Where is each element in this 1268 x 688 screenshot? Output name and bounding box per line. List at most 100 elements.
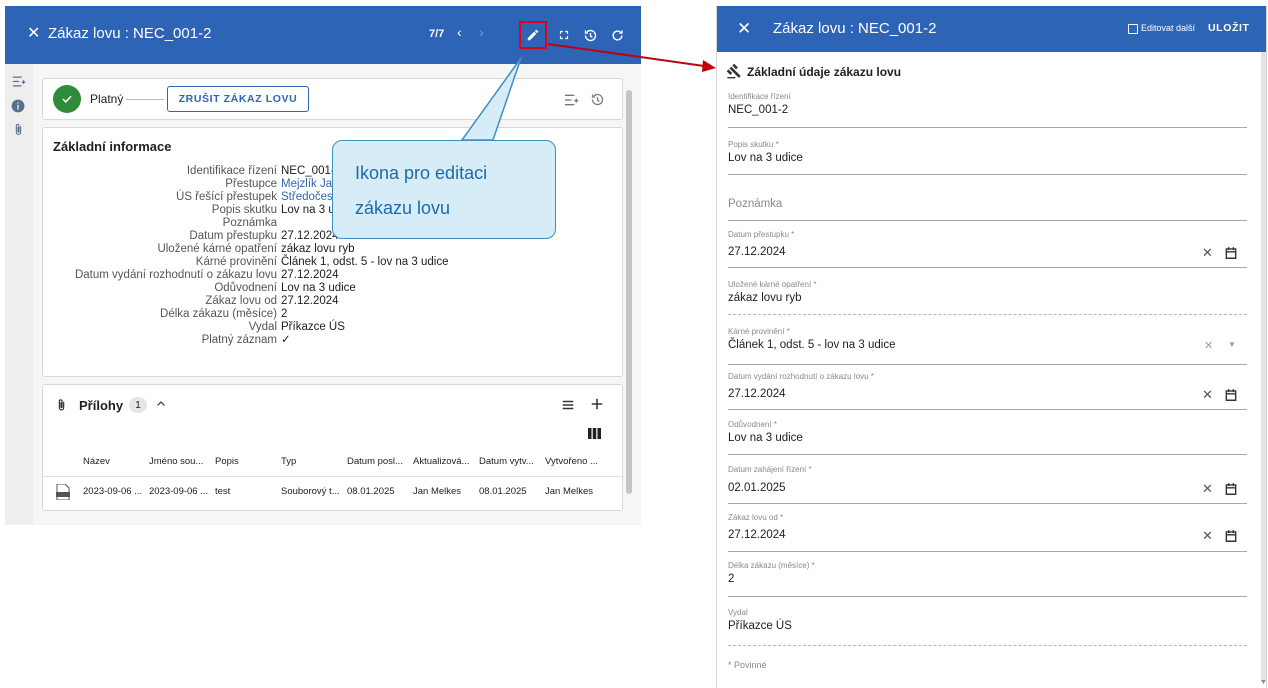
start-date-field[interactable]: Datum zahájení řízení * 02.01.2025 ✕	[728, 465, 1247, 505]
info-row: Délka zákazu (měsíce) 2	[43, 308, 443, 321]
info-value: 2	[281, 308, 288, 320]
refresh-icon[interactable]	[609, 27, 625, 43]
clear-icon[interactable]: ✕	[1202, 245, 1213, 261]
info-label: Datum přestupku	[189, 230, 277, 242]
issued-by-field[interactable]: Vydal Příkazce ÚS	[728, 608, 1247, 648]
callout-line-1: Ikona pro editaci	[355, 163, 488, 183]
field-value: Lov na 3 udice	[728, 152, 803, 164]
status-card: Platný ZRUŠIT ZÁKAZ LOVU	[42, 78, 623, 120]
info-label: Přestupce	[225, 178, 277, 190]
table-cell[interactable]: test	[215, 486, 230, 497]
column-header[interactable]: Datum posl...	[347, 456, 403, 467]
measure-field[interactable]: Uložené kárné opatření * zákaz lovu ryb	[728, 280, 1247, 318]
close-icon[interactable]: ✕	[737, 20, 751, 37]
ban-from-field[interactable]: Zákaz lovu od * 27.12.2024 ✕	[728, 513, 1247, 553]
clear-icon[interactable]: ✕	[1202, 481, 1213, 497]
column-header[interactable]: Vytvořeno ...	[545, 456, 598, 467]
scroll-down-icon[interactable]: ▼	[1260, 679, 1266, 686]
info-row: Datum vydání rozhodnutí o zákazu lovu 27.…	[43, 269, 443, 282]
org-unit-link[interactable]: Středočes	[281, 191, 333, 204]
edit-more-checkbox[interactable]	[1128, 24, 1138, 34]
column-header[interactable]: Datum vytv...	[479, 456, 534, 467]
info-value: 27.12.2024	[281, 230, 339, 242]
filter-list-icon[interactable]	[10, 73, 26, 89]
field-label: Identifikace řízení	[728, 92, 791, 101]
cancel-ban-button[interactable]: ZRUŠIT ZÁKAZ LOVU	[167, 86, 309, 112]
scrollbar[interactable]	[626, 90, 632, 494]
table-cell[interactable]: Jan Melkes	[413, 486, 461, 497]
edit-more-label[interactable]: Editovat další	[1141, 23, 1195, 33]
offense-date-field[interactable]: Datum přestupku * 27.12.2024 ✕	[728, 230, 1247, 270]
columns-icon[interactable]	[588, 428, 601, 442]
paperclip-icon[interactable]	[10, 121, 26, 137]
clear-icon[interactable]: ✕	[1202, 387, 1213, 403]
calendar-icon[interactable]	[1224, 529, 1238, 543]
calendar-icon[interactable]	[1224, 388, 1238, 402]
info-value: 27.12.2024	[281, 295, 339, 307]
edit-button[interactable]	[519, 21, 547, 49]
field-value: 27.12.2024	[728, 388, 786, 400]
attachments-title: Přílohy	[79, 398, 124, 413]
justification-field[interactable]: Odůvodnení * Lov na 3 udice	[728, 420, 1247, 458]
side-rail	[5, 64, 31, 525]
info-row: Zákaz lovu od 27.12.2024	[43, 295, 443, 308]
detail-title: Zákaz lovu : NEC_001-2	[48, 25, 212, 42]
info-icon[interactable]	[10, 98, 26, 114]
column-header[interactable]: Aktualizová...	[413, 456, 470, 467]
chevron-left-icon[interactable]: ‹	[457, 25, 462, 39]
offense-select[interactable]: Kárné provinění * Článek 1, odst. 5 - lo…	[728, 327, 1247, 367]
table-cell[interactable]: Jan Melkes	[545, 486, 593, 497]
list-icon[interactable]	[561, 398, 575, 415]
description-field[interactable]: Popis skutku * Lov na 3 udice	[728, 140, 1247, 178]
field-underline	[728, 645, 1247, 646]
column-header[interactable]: Typ	[281, 456, 296, 467]
field-underline	[728, 503, 1247, 504]
ban-length-field[interactable]: Délka zákazu (měsíce) * 2	[728, 561, 1247, 599]
table-cell[interactable]: 2023-09-06 ...	[149, 486, 208, 497]
plus-icon[interactable]	[590, 397, 604, 414]
fullscreen-icon[interactable]	[556, 27, 572, 43]
dropdown-icon[interactable]: ▼	[1228, 340, 1236, 349]
calendar-icon[interactable]	[1224, 246, 1238, 260]
table-cell[interactable]: 08.01.2025	[479, 486, 527, 497]
file-icon[interactable]	[56, 483, 70, 503]
scrollbar[interactable]	[1261, 52, 1266, 682]
history-icon[interactable]	[582, 27, 598, 43]
clear-icon[interactable]: ✕	[1202, 528, 1213, 544]
info-value: Lov na 3 u	[281, 204, 335, 216]
table-cell[interactable]: 08.01.2025	[347, 486, 395, 497]
field-label: Odůvodnení *	[728, 420, 777, 429]
table-cell[interactable]: Souborový t...	[281, 486, 340, 497]
info-label: Popis skutku	[211, 204, 277, 216]
edit-title: Zákaz lovu : NEC_001-2	[773, 20, 937, 37]
note-field[interactable]: Poznámka	[728, 198, 1247, 228]
field-label: Vydal	[728, 608, 748, 617]
save-button[interactable]: ULOŽIT	[1208, 22, 1250, 34]
clear-icon[interactable]: ✕	[1204, 339, 1213, 352]
offender-link[interactable]: Mejzlík Ja	[281, 178, 332, 191]
info-value: Článek 1, odst. 5 - lov na 3 udice	[281, 256, 449, 268]
chevron-up-icon[interactable]	[155, 398, 167, 413]
field-label: Datum zahájení řízení *	[728, 465, 812, 474]
column-header[interactable]: Jméno sou...	[149, 456, 203, 467]
info-label: Datum vydání rozhodnutí o zákazu lovu	[74, 269, 277, 281]
history-icon[interactable]	[590, 92, 605, 110]
field-underline	[728, 174, 1247, 175]
field-value: NEC_001-2	[728, 104, 789, 116]
chevron-right-icon[interactable]: ›	[479, 25, 484, 39]
column-header[interactable]: Popis	[215, 456, 239, 467]
calendar-icon[interactable]	[1224, 482, 1238, 496]
close-icon[interactable]: ✕	[27, 25, 40, 43]
decision-date-field[interactable]: Datum vydání rozhodnutí o zákazu lovu * …	[728, 372, 1247, 412]
table-cell[interactable]: 2023-09-06 ...	[83, 486, 142, 497]
field-value: Článek 1, odst. 5 - lov na 3 udice	[728, 339, 896, 351]
info-value: Příkazce ÚS	[281, 321, 345, 333]
field-label: Délka zákazu (měsíce) *	[728, 561, 815, 570]
gavel-icon	[726, 63, 742, 79]
info-label: ÚS řešící přestupek	[176, 191, 277, 203]
column-header[interactable]: Název	[83, 456, 110, 467]
field-underline	[728, 220, 1247, 221]
info-label: Vydal	[248, 321, 277, 333]
filter-list-icon[interactable]	[563, 92, 579, 111]
id-field[interactable]: Identifikace řízení NEC_001-2	[728, 92, 1247, 130]
